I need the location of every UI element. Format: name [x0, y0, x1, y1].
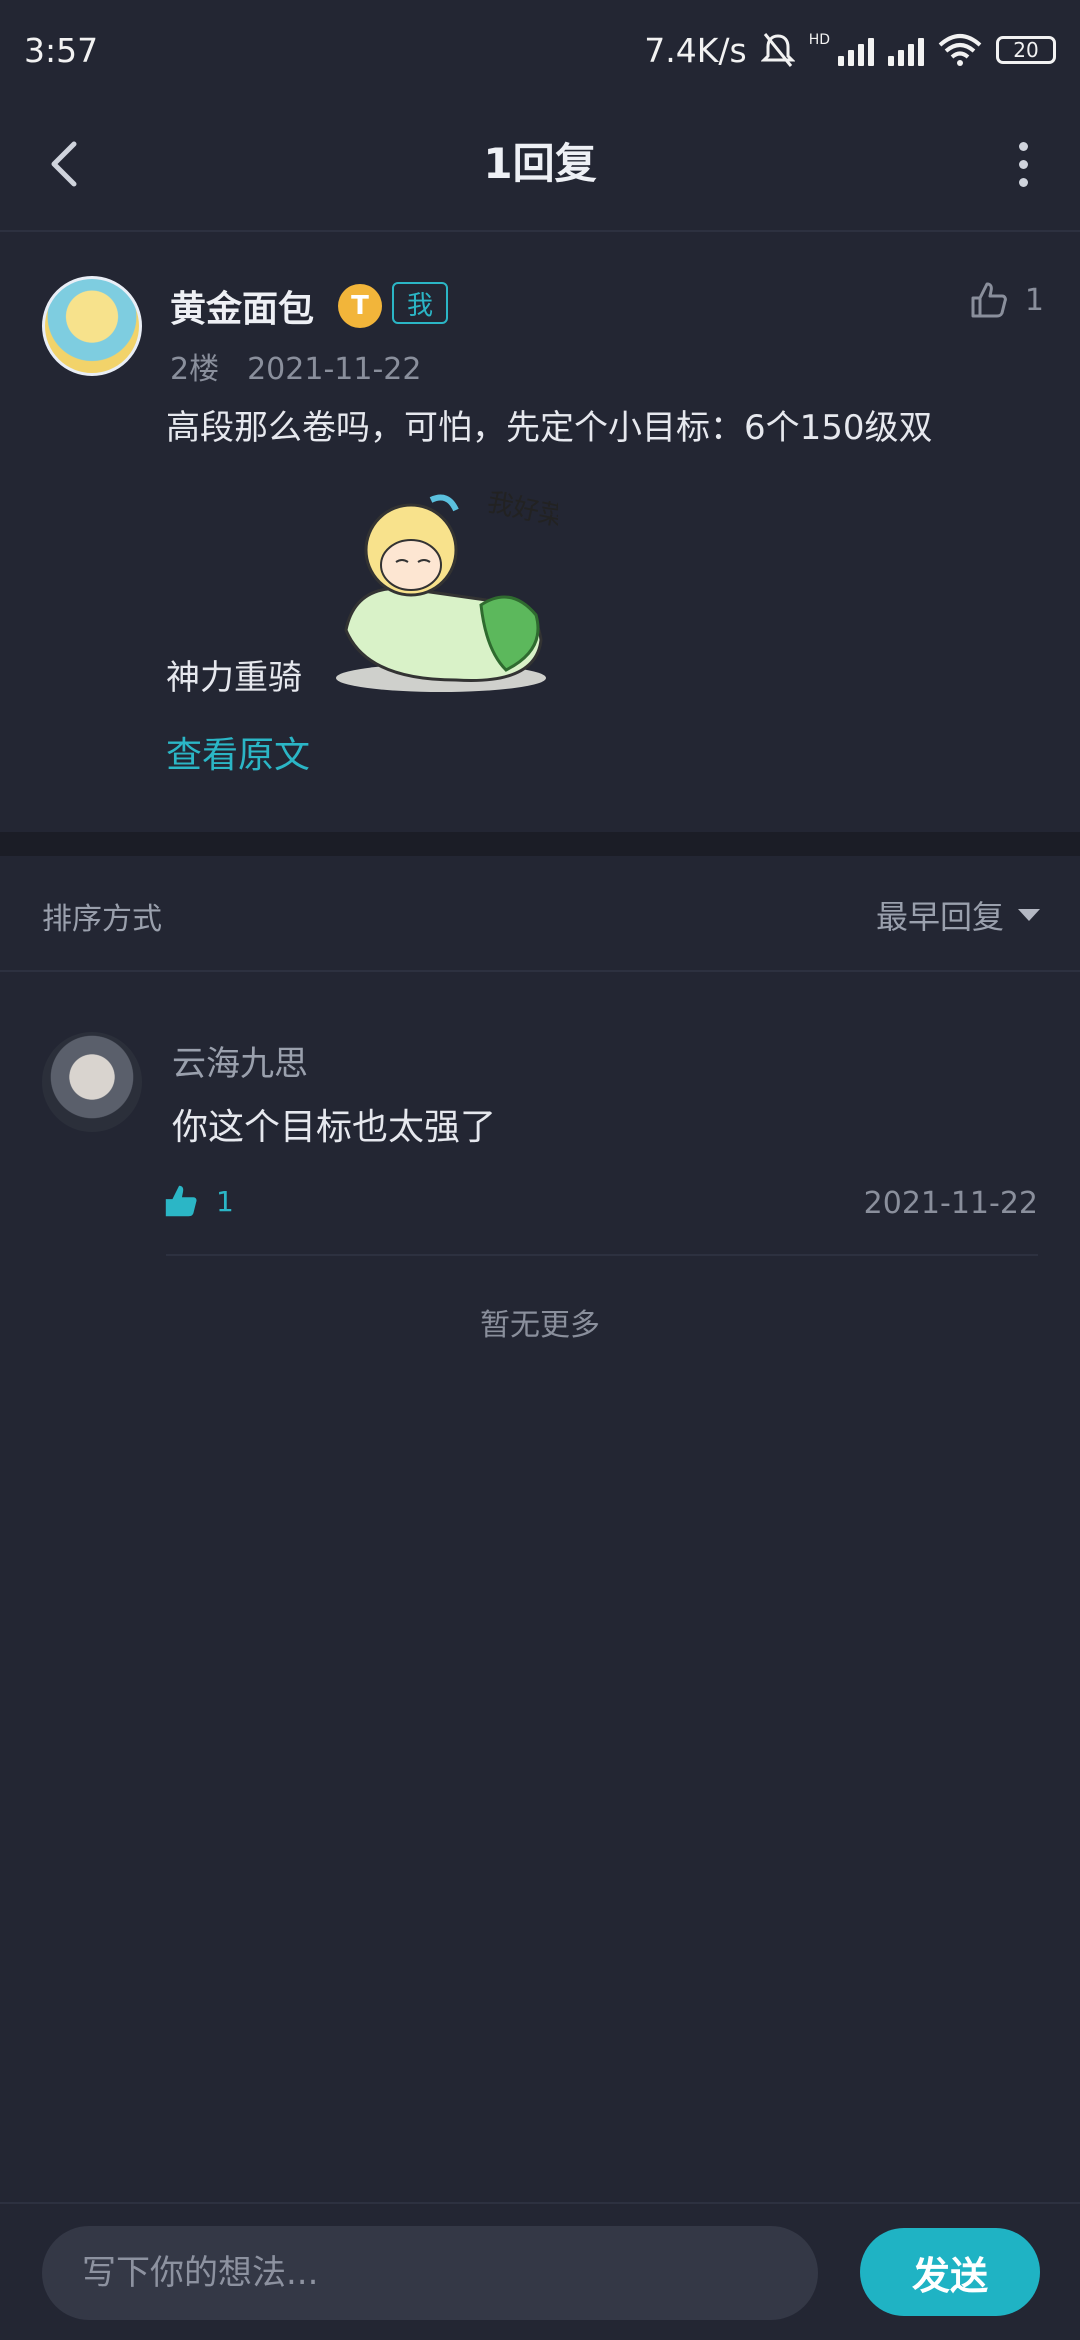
section-divider [0, 832, 1080, 856]
post-date: 2021-11-22 [247, 352, 422, 387]
sort-dropdown[interactable]: 最早回复 [876, 892, 1040, 938]
status-icons: 7.4K/s HD 20 [644, 31, 1056, 70]
thumbs-up-outline-icon [971, 282, 1007, 318]
bell-muted-icon [760, 33, 795, 67]
reply-separator [166, 1254, 1038, 1256]
reply-text: 你这个目标也太强了 [172, 1107, 497, 1148]
author-name[interactable]: 黄金面包 [170, 280, 314, 332]
composer-bar: 发送 [0, 2202, 1080, 2340]
top-bar: 1回复 [0, 100, 1080, 232]
net-speed: 7.4K/s [644, 30, 747, 70]
reply-like-button[interactable]: 1 [162, 1182, 234, 1220]
level-badge: T [338, 284, 382, 328]
hd-label: HD [808, 32, 830, 48]
sticker-image: 我好菜啊~ [336, 488, 558, 692]
signal-icon [838, 34, 874, 66]
send-button[interactable]: 发送 [860, 2228, 1040, 2316]
like-button[interactable]: 1 [969, 280, 1044, 320]
battery-icon: 20 [996, 36, 1056, 64]
wifi-icon [938, 34, 982, 66]
like-count: 1 [1024, 282, 1044, 318]
reply-like-count: 1 [216, 1184, 234, 1218]
sort-label: 排序方式 [42, 902, 162, 937]
page-title: 1回复 [483, 139, 597, 188]
view-original-link[interactable]: 查看原文 [166, 726, 310, 778]
post-meta: 2楼 2021-11-22 [170, 344, 421, 388]
reply-author[interactable]: 云海九思 [172, 1036, 308, 1085]
sort-selected: 最早回复 [875, 898, 1004, 936]
reply-item: 云海九思 你这个目标也太强了 1 2021-11-22 [0, 972, 1080, 1257]
status-time: 3:57 [24, 30, 99, 70]
main-post: 黄金面包 T 我 2楼 2021-11-22 1 高段那么卷吗，可怕，先定个小目标… [0, 232, 1080, 832]
reply-date: 2021-11-22 [863, 1186, 1038, 1221]
floor-number: 2楼 [170, 352, 220, 387]
caret-down-icon [1018, 909, 1040, 921]
no-more-text: 暂无更多 [480, 1308, 600, 1343]
avatar[interactable] [42, 1032, 142, 1132]
signal-icon [888, 34, 924, 66]
thumbs-up-filled-icon [165, 1185, 197, 1217]
status-bar: 3:57 7.4K/s HD 20 [0, 0, 1080, 100]
me-badge: 我 [392, 282, 448, 324]
sticker-text: 我好菜啊~ [485, 488, 558, 543]
more-vertical-icon[interactable] [998, 134, 1048, 194]
post-text: 高段那么卷吗，可怕，先定个小目标：6个150级双 [166, 408, 933, 448]
sort-bar: 排序方式 最早回复 [0, 856, 1080, 972]
post-text-continued: 神力重骑 [166, 658, 302, 698]
avatar[interactable] [42, 276, 142, 376]
comment-input[interactable] [42, 2226, 818, 2320]
